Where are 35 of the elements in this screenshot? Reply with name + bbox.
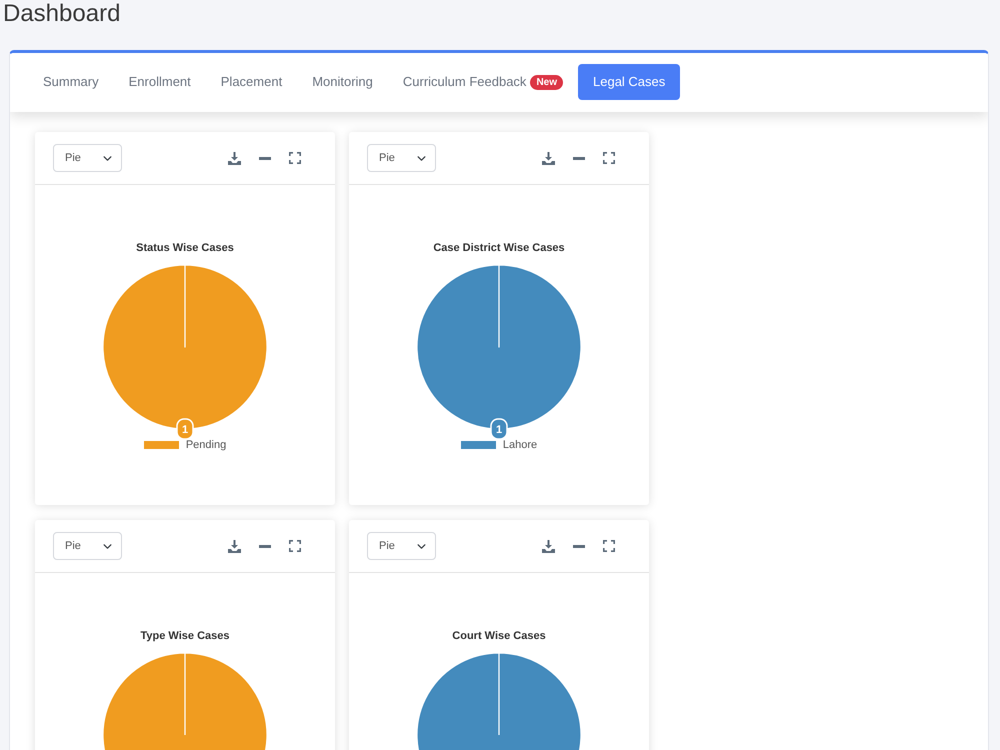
tab[interactable]: Summary <box>28 64 114 100</box>
fullscreen-icon[interactable] <box>603 540 615 552</box>
minimize-icon[interactable] <box>259 156 271 160</box>
chart-type-select[interactable]: Pie <box>367 144 436 172</box>
download-icon[interactable] <box>542 540 555 552</box>
pie-slice[interactable] <box>416 652 582 750</box>
chart-title: Type Wise Cases <box>140 630 230 642</box>
tab[interactable]: Monitoring <box>297 64 388 100</box>
minimize-icon[interactable] <box>259 544 271 548</box>
chart-type-select[interactable]: Pie <box>53 144 122 172</box>
minimize-icon[interactable] <box>573 156 585 160</box>
fullscreen-icon[interactable] <box>289 152 301 164</box>
download-icon[interactable] <box>542 152 555 164</box>
new-badge: New <box>530 74 563 90</box>
chart-type-select[interactable]: Pie <box>53 532 122 560</box>
tab[interactable]: Curriculum Feedback New <box>388 64 578 100</box>
data-label: 1 <box>490 418 508 439</box>
legend-label[interactable]: Lahore <box>502 439 538 451</box>
tab[interactable]: Legal Cases <box>578 64 680 100</box>
tab[interactable]: Placement <box>206 64 298 100</box>
data-label: 1 <box>496 424 502 436</box>
download-icon[interactable] <box>228 152 241 164</box>
chart-title: Status Wise Cases <box>136 242 234 254</box>
minimize-icon[interactable] <box>573 544 585 548</box>
page-title: Dashboard <box>3 0 120 28</box>
download-icon[interactable] <box>228 540 241 552</box>
chart-title: Case District Wise Cases <box>433 242 565 254</box>
data-label: 1 <box>176 418 194 439</box>
fullscreen-icon[interactable] <box>603 152 615 164</box>
fullscreen-icon[interactable] <box>289 540 301 552</box>
tab[interactable]: Enrollment <box>114 64 206 100</box>
data-label: 1 <box>182 424 188 436</box>
chart-title: Court Wise Cases <box>452 630 546 642</box>
legend-label[interactable]: Pending <box>186 439 226 451</box>
chart-type-select[interactable]: Pie <box>367 532 436 560</box>
